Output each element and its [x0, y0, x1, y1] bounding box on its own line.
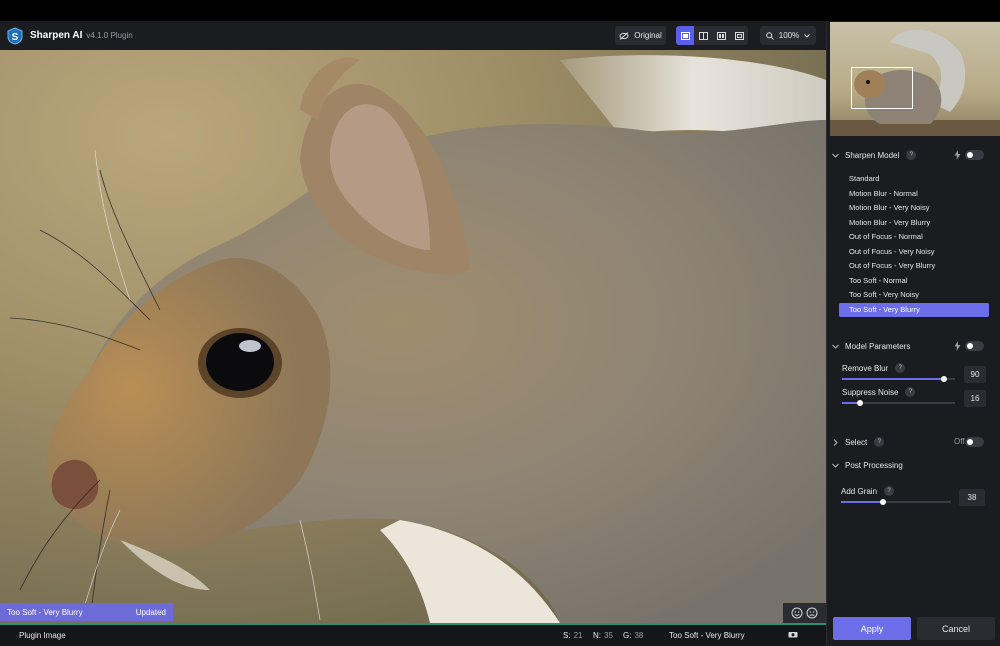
app-header: S Sharpen AI v4.1.0 Plugin Original 100% [0, 21, 826, 50]
add-grain-label: Add Grain [841, 486, 878, 496]
select-toggle[interactable] [965, 437, 984, 447]
suppress-noise-control: Suppress Noise ? 16 [842, 387, 987, 409]
app-version: v4.1.0 Plugin [86, 31, 133, 40]
bottom-model-name: Too Soft - Very Blurry [669, 631, 745, 640]
settings-panel: Sharpen Model ? Standard Motion Blur - N… [826, 21, 1000, 646]
help-icon[interactable]: ? [906, 150, 917, 160]
slider-handle[interactable] [940, 376, 947, 382]
select-header[interactable]: Select ? Off [827, 433, 1000, 451]
svg-text:S: S [12, 32, 19, 43]
chevron-down-icon [832, 153, 839, 158]
status-state: Updated [135, 607, 166, 617]
lightning-icon [954, 150, 961, 160]
model-parameters-toggle[interactable] [965, 341, 984, 351]
suppress-noise-value-input[interactable]: 16 [964, 390, 986, 407]
remove-blur-value-input[interactable]: 90 [964, 366, 986, 383]
chevron-down-icon [804, 33, 811, 38]
original-toggle-button[interactable]: Original [615, 26, 666, 45]
zoom-magnifier-icon [765, 31, 774, 40]
zoom-value: 100% [778, 31, 800, 40]
model-parameters-header[interactable]: Model Parameters [827, 337, 1000, 355]
help-icon[interactable]: ? [884, 486, 895, 496]
slider-handle[interactable] [879, 499, 886, 505]
model-item[interactable]: Too Soft - Normal [839, 274, 989, 289]
sharpen-model-header[interactable]: Sharpen Model ? [827, 146, 1000, 164]
post-processing-header[interactable]: Post Processing [827, 456, 1000, 474]
sharpen-model-toggle[interactable] [965, 150, 984, 160]
select-state-label: Off [954, 437, 965, 446]
app-title: Sharpen AI [30, 30, 83, 41]
post-processing-title: Post Processing [845, 460, 903, 470]
help-icon[interactable]: ? [874, 437, 885, 447]
add-grain-slider[interactable] [841, 499, 951, 505]
help-icon[interactable]: ? [905, 387, 916, 397]
cancel-button[interactable]: Cancel [917, 617, 995, 640]
select-title: Select [845, 437, 868, 447]
model-status-bar: Too Soft - Very Blurry Updated [0, 603, 173, 621]
model-item[interactable]: Too Soft - Very Noisy [839, 288, 989, 303]
slider-fill [842, 378, 944, 380]
add-grain-control: Add Grain ? 38 [841, 486, 986, 508]
split-view-icon [698, 31, 708, 40]
view-grid-button[interactable] [730, 26, 748, 45]
chevron-right-icon [833, 438, 838, 446]
stat-sharpen: S: 21 [563, 631, 583, 640]
stat-noise: N: 35 [593, 631, 613, 640]
model-item[interactable]: Motion Blur - Normal [839, 187, 989, 202]
model-item[interactable]: Motion Blur - Very Blurry [839, 216, 989, 231]
chevron-down-icon [832, 463, 839, 468]
status-model-name: Too Soft - Very Blurry [7, 607, 83, 617]
add-grain-value-input[interactable]: 38 [959, 489, 985, 506]
view-mode-group [676, 26, 748, 45]
slider-fill [841, 501, 883, 503]
image-preview-canvas[interactable] [0, 50, 826, 623]
side-by-side-icon [716, 31, 726, 40]
bottom-status-bar: Plugin Image S: 21 N: 35 G: 38 Too Soft - V… [0, 623, 826, 646]
camera-icon[interactable] [788, 631, 798, 638]
plugin-image-label: Plugin Image [19, 631, 66, 640]
view-side-by-side-button[interactable] [712, 26, 730, 45]
chevron-down-icon [832, 344, 839, 349]
eye-off-icon [619, 31, 629, 40]
window-top-strip [0, 0, 1000, 21]
smiley-sad-icon[interactable] [806, 607, 818, 619]
lightning-icon [954, 341, 961, 351]
navigator-thumbnail[interactable] [830, 22, 1000, 136]
single-view-icon [680, 31, 690, 40]
model-item[interactable]: Out of Focus - Very Blurry [839, 259, 989, 274]
model-item[interactable]: Standard [839, 172, 989, 187]
slider-handle[interactable] [857, 400, 864, 406]
model-item[interactable]: Motion Blur - Very Noisy [839, 201, 989, 216]
sharpen-model-list: Standard Motion Blur - Normal Motion Blu… [839, 172, 989, 317]
remove-blur-label: Remove Blur [842, 363, 889, 373]
model-item-selected[interactable]: Too Soft - Very Blurry [839, 302, 989, 317]
remove-blur-slider[interactable] [842, 376, 955, 382]
help-icon[interactable]: ? [895, 363, 906, 373]
remove-blur-control: Remove Blur ? 90 [842, 363, 987, 385]
grid-view-icon [734, 31, 744, 40]
apply-button[interactable]: Apply [833, 617, 911, 640]
model-item[interactable]: Out of Focus - Normal [839, 230, 989, 245]
sharpen-ai-logo-icon: S [7, 26, 23, 45]
zoom-dropdown[interactable]: 100% [760, 26, 816, 45]
view-split-button[interactable] [694, 26, 712, 45]
navigator-viewport-box[interactable] [851, 67, 913, 109]
view-single-button[interactable] [676, 26, 694, 45]
suppress-noise-slider[interactable] [842, 400, 955, 406]
suppress-noise-label: Suppress Noise [842, 387, 899, 397]
model-item[interactable]: Out of Focus - Very Noisy [839, 245, 989, 260]
model-parameters-title: Model Parameters [845, 341, 911, 351]
original-label: Original [634, 31, 662, 40]
sharpen-model-title: Sharpen Model [845, 150, 900, 160]
feedback-group [783, 603, 826, 623]
smiley-happy-icon[interactable] [791, 607, 803, 619]
squirrel-photo [9, 55, 826, 623]
stat-grain: G: 38 [623, 631, 644, 640]
